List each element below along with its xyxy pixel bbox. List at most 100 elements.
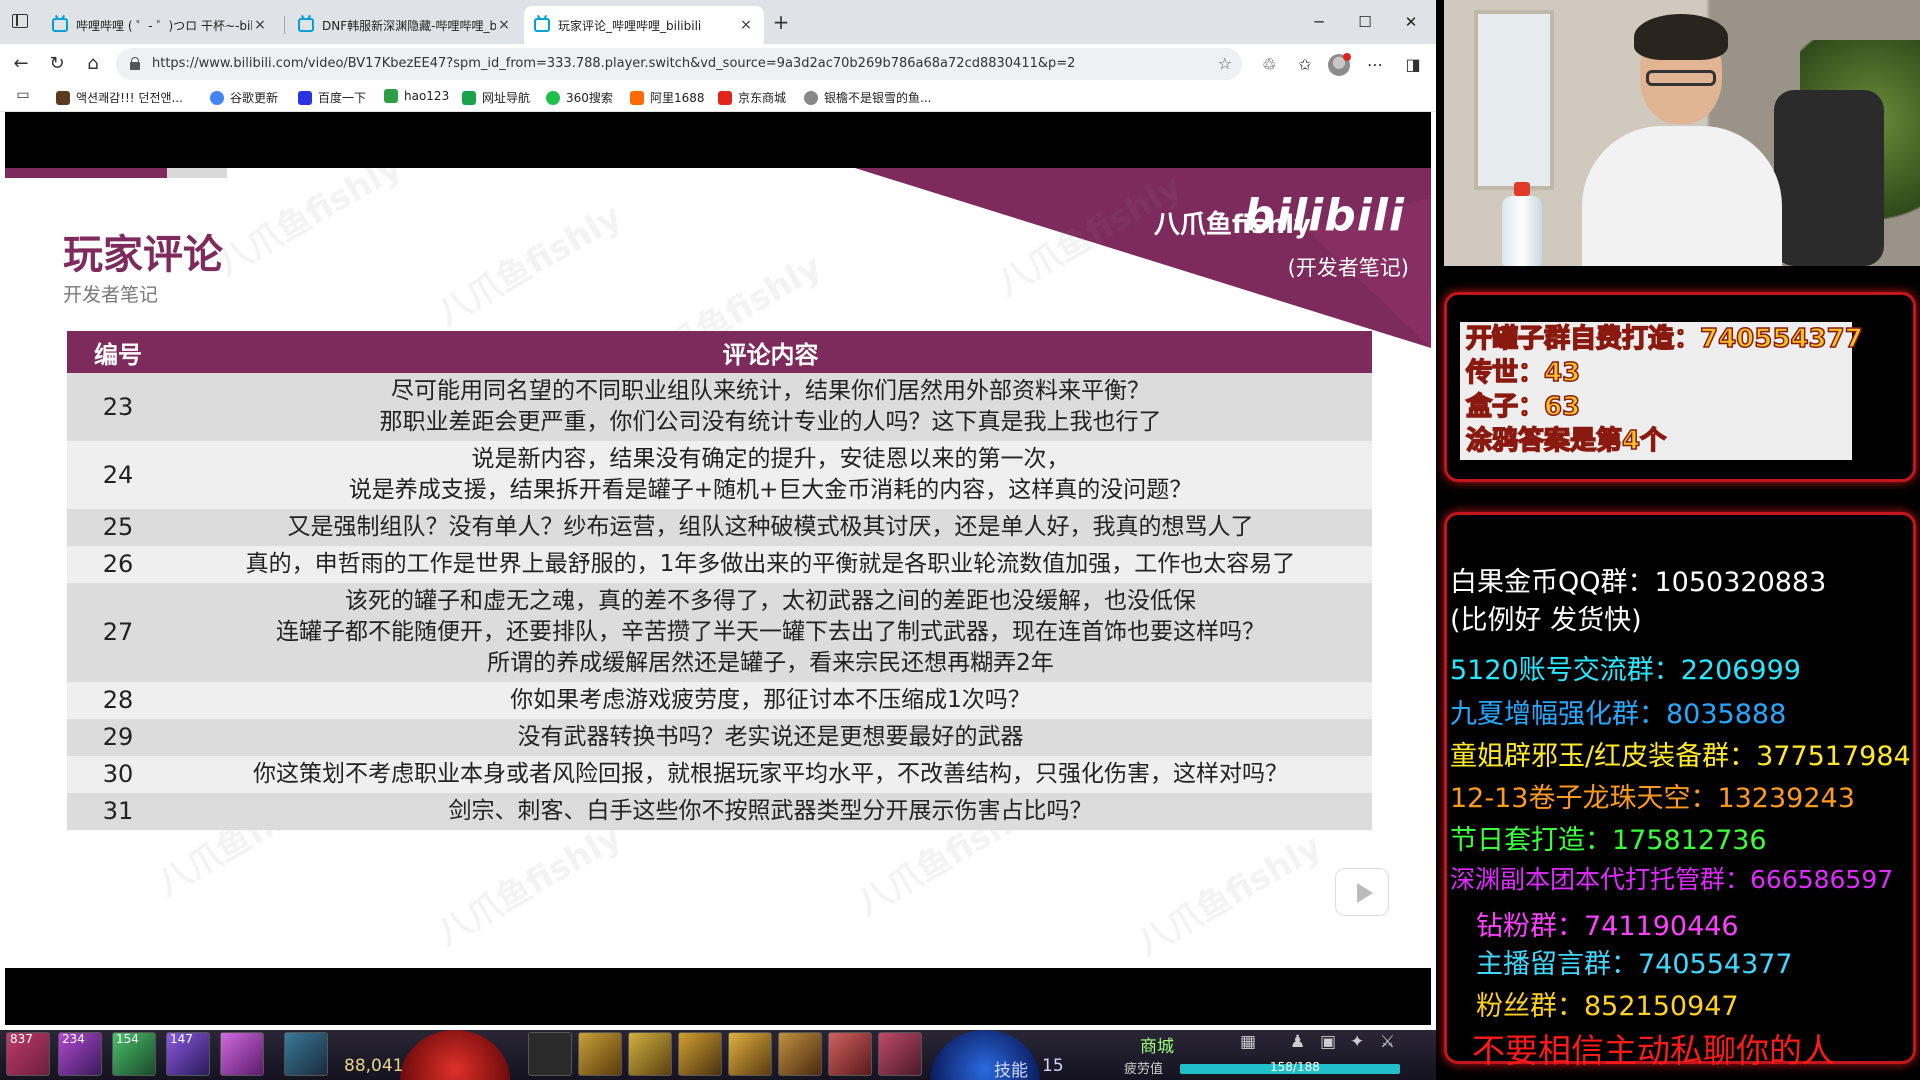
settings-icon[interactable]: ✦ bbox=[1350, 1032, 1364, 1052]
bookmark-item[interactable]: 银檐不是银雪的鱼... bbox=[804, 89, 931, 106]
game-hud: 837 234 154 147 88,041 技能 15 商城 ▦ ♟ ▣ ✦ … bbox=[0, 1030, 1436, 1080]
sword-icon[interactable]: ⚔ bbox=[1380, 1032, 1395, 1052]
character-icon[interactable]: ♟ bbox=[1290, 1032, 1305, 1052]
table-row: 26 真的，申哲雨的工作是世界上最舒服的，1年多做出来的平衡就是各职业轮流数值加强… bbox=[67, 546, 1372, 583]
table-row: 29 没有武器转换书吗？老实说还是更想要最好的武器 bbox=[67, 719, 1372, 756]
skill-slot[interactable] bbox=[678, 1032, 722, 1076]
gold-amount: 88,041 bbox=[344, 1056, 404, 1076]
bookmarks-bar: ▭ 액션쾌감!!! 던전앤... 谷歌更新 百度一下 hao123 网址导航 3… bbox=[0, 84, 1436, 112]
bookmark-label: 银檐不是银雪的鱼... bbox=[824, 91, 932, 105]
group-info-line: 节日套打造：175812736 bbox=[1450, 825, 1767, 856]
bookmark-favicon bbox=[210, 90, 224, 105]
skill-slot[interactable] bbox=[628, 1032, 672, 1076]
bookmark-label: 百度一下 bbox=[318, 91, 367, 105]
tab-separator bbox=[284, 16, 285, 34]
skill-slot[interactable] bbox=[284, 1032, 328, 1076]
tab-close-icon[interactable]: × bbox=[252, 17, 268, 33]
slot-count: 837 bbox=[10, 1032, 33, 1046]
bilibili-tv-icon bbox=[52, 18, 68, 32]
bookmark-item[interactable]: 액션쾌감!!! 던전앤... bbox=[56, 89, 183, 106]
window-menu-icon[interactable] bbox=[12, 14, 28, 28]
comment-number: 31 bbox=[67, 793, 169, 830]
bookmarks-folder-icon[interactable]: ▭ bbox=[10, 82, 36, 108]
comment-content: 真的，申哲雨的工作是世界上最舒服的，1年多做出来的平衡就是各职业轮流数值加强，工… bbox=[169, 546, 1372, 583]
home-icon[interactable]: ⌂ bbox=[80, 52, 106, 78]
group-info-line: 白果金币QQ群：1050320883 bbox=[1450, 567, 1827, 598]
group-info-line: 深渊副本团本代打托管群：666586597 bbox=[1450, 865, 1894, 894]
bookmark-item[interactable]: 百度一下 bbox=[298, 89, 366, 106]
slot-count: 154 bbox=[116, 1032, 139, 1046]
streamer bbox=[1582, 14, 1782, 266]
bookmark-item[interactable]: 网址导航 bbox=[462, 89, 530, 106]
slot-count: 147 bbox=[170, 1032, 193, 1046]
minimize-button[interactable]: ─ bbox=[1296, 8, 1342, 36]
column-header-content: 评论内容 bbox=[169, 331, 1372, 373]
bookmark-star-icon[interactable]: ☆ bbox=[1218, 48, 1232, 80]
url-text: https://www.bilibili.com/video/BV17KbezE… bbox=[152, 56, 1076, 71]
table-row: 31 剑宗、刺客、白手这些你不按照武器类型分开展示伤害占比吗？ bbox=[67, 793, 1372, 830]
table-body: 23 尽可能用同名望的不同职业组队来统计，结果你们居然用外部资料来平衡？ 那职业差距… bbox=[67, 373, 1372, 830]
play-button[interactable] bbox=[1335, 868, 1389, 916]
info-line: 开罐子群自费打造：740554377 bbox=[1465, 323, 1863, 355]
hp-orb bbox=[400, 1030, 510, 1080]
skill-slot[interactable] bbox=[828, 1032, 872, 1076]
group-info-line: 粉丝群：852150947 bbox=[1476, 991, 1739, 1022]
comment-content: 你如果考虑游戏疲劳度，那征讨本不压缩成1次吗？ bbox=[169, 682, 1372, 719]
bookmark-item[interactable]: 阿里1688 bbox=[630, 89, 705, 106]
skill-slot[interactable] bbox=[528, 1032, 572, 1076]
bookmark-label: 阿里1688 bbox=[650, 91, 705, 105]
tab-close-icon[interactable]: × bbox=[738, 17, 754, 33]
bookmark-item[interactable]: hao123 bbox=[384, 89, 449, 103]
comment-content: 该死的罐子和虚无之魂，真的差不多得了，太初武器之间的差距也没缓解，也没低保 连罐子… bbox=[169, 583, 1372, 682]
slot-count: 234 bbox=[62, 1032, 85, 1046]
close-window-button[interactable]: ✕ bbox=[1388, 8, 1434, 36]
group-info-line: 不要相信主动私聊你的人 bbox=[1472, 1031, 1835, 1070]
video-player[interactable]: 八爪鱼fishly bilibili (开发者笔记) 玩家评论 开发者笔记 八爪… bbox=[5, 112, 1431, 1025]
back-arrow-icon[interactable]: ← bbox=[8, 52, 34, 78]
tab-player-comments[interactable]: 玩家评论_哔哩哔哩_bilibili × bbox=[524, 6, 764, 44]
profile-avatar[interactable] bbox=[1328, 53, 1351, 76]
bookmark-item[interactable]: 谷歌更新 bbox=[210, 89, 278, 106]
menu-grid-icon[interactable]: ▦ bbox=[1240, 1032, 1256, 1052]
skill-slot[interactable] bbox=[778, 1032, 822, 1076]
comment-number: 25 bbox=[67, 509, 169, 546]
skill-slot[interactable] bbox=[728, 1032, 772, 1076]
bilibili-tv-icon bbox=[534, 18, 550, 32]
more-menu-icon[interactable]: ⋯ bbox=[1362, 52, 1388, 78]
skill-slot[interactable] bbox=[220, 1032, 264, 1076]
address-bar[interactable]: https://www.bilibili.com/video/BV17KbezE… bbox=[116, 48, 1242, 80]
comment-content: 又是强制组队？没有单人？纱布运营，组队这种破模式极其讨厌，还是单人好，我真的想骂… bbox=[169, 509, 1372, 546]
stream-overlay: 开罐子群自费打造：740554377 传世：43 盒子：63 涂鸦答案是第4个 … bbox=[1436, 0, 1920, 1080]
webcam-window bbox=[1474, 10, 1554, 190]
favorites-icon[interactable]: ✩ bbox=[1292, 52, 1318, 78]
tab-title: 哔哩哔哩 ( ゜- ゜)つロ 干杯~-bilibili bbox=[76, 18, 252, 33]
group-info-line: 12-13卷子龙珠天空：13239243 bbox=[1450, 783, 1855, 814]
webcam-chair bbox=[1774, 90, 1884, 266]
skill-slot[interactable] bbox=[878, 1032, 922, 1076]
new-tab-button[interactable]: + bbox=[768, 10, 794, 36]
comment-content: 尽可能用同名望的不同职业组队来统计，结果你们居然用外部资料来平衡？ 那职业差距会更… bbox=[169, 373, 1372, 441]
lock-icon[interactable] bbox=[130, 57, 140, 70]
comment-number: 29 bbox=[67, 719, 169, 756]
shop-button[interactable]: 商城 bbox=[1140, 1032, 1174, 1057]
extension-icon[interactable]: ♲ bbox=[1256, 52, 1282, 78]
tab-close-icon[interactable]: × bbox=[496, 17, 512, 33]
group-info-line: 钻粉群：741190446 bbox=[1476, 911, 1739, 942]
group-info-line: 主播留言群：740554377 bbox=[1476, 949, 1793, 980]
bookmark-favicon bbox=[298, 90, 312, 105]
tab-dnf-video[interactable]: DNF韩服新深渊隐藏-哔哩哔哩_bilibili × bbox=[288, 6, 522, 44]
comment-line: 尽可能用同名望的不同职业组队来统计，结果你们居然用外部资料来平衡？ bbox=[391, 378, 1150, 404]
tab-bilibili-home[interactable]: 哔哩哔哩 ( ゜- ゜)つロ 干杯~-bilibili × bbox=[42, 6, 278, 44]
refresh-icon[interactable]: ↻ bbox=[44, 52, 70, 78]
comment-line: 说是养成支援，结果拆开看是罐子+随机+巨大金币消耗的内容，这样真的没问题？ bbox=[348, 477, 1193, 503]
comment-content: 说是新内容，结果没有确定的提升，安徒恩以来的第一次， 说是养成支援，结果拆开看是罐… bbox=[169, 441, 1372, 509]
comment-line: 你如果考虑游戏疲劳度，那征讨本不压缩成1次吗？ bbox=[510, 687, 1031, 713]
bookmark-item[interactable]: 360搜索 bbox=[546, 89, 613, 106]
comment-number: 30 bbox=[67, 756, 169, 793]
sidebar-toggle-icon[interactable]: ◨ bbox=[1400, 52, 1426, 78]
streamer-hair bbox=[1634, 14, 1728, 60]
maximize-button[interactable]: ☐ bbox=[1342, 8, 1388, 36]
skill-slot[interactable] bbox=[578, 1032, 622, 1076]
bookmark-item[interactable]: 京东商城 bbox=[718, 89, 786, 106]
inventory-icon[interactable]: ▣ bbox=[1320, 1032, 1336, 1052]
